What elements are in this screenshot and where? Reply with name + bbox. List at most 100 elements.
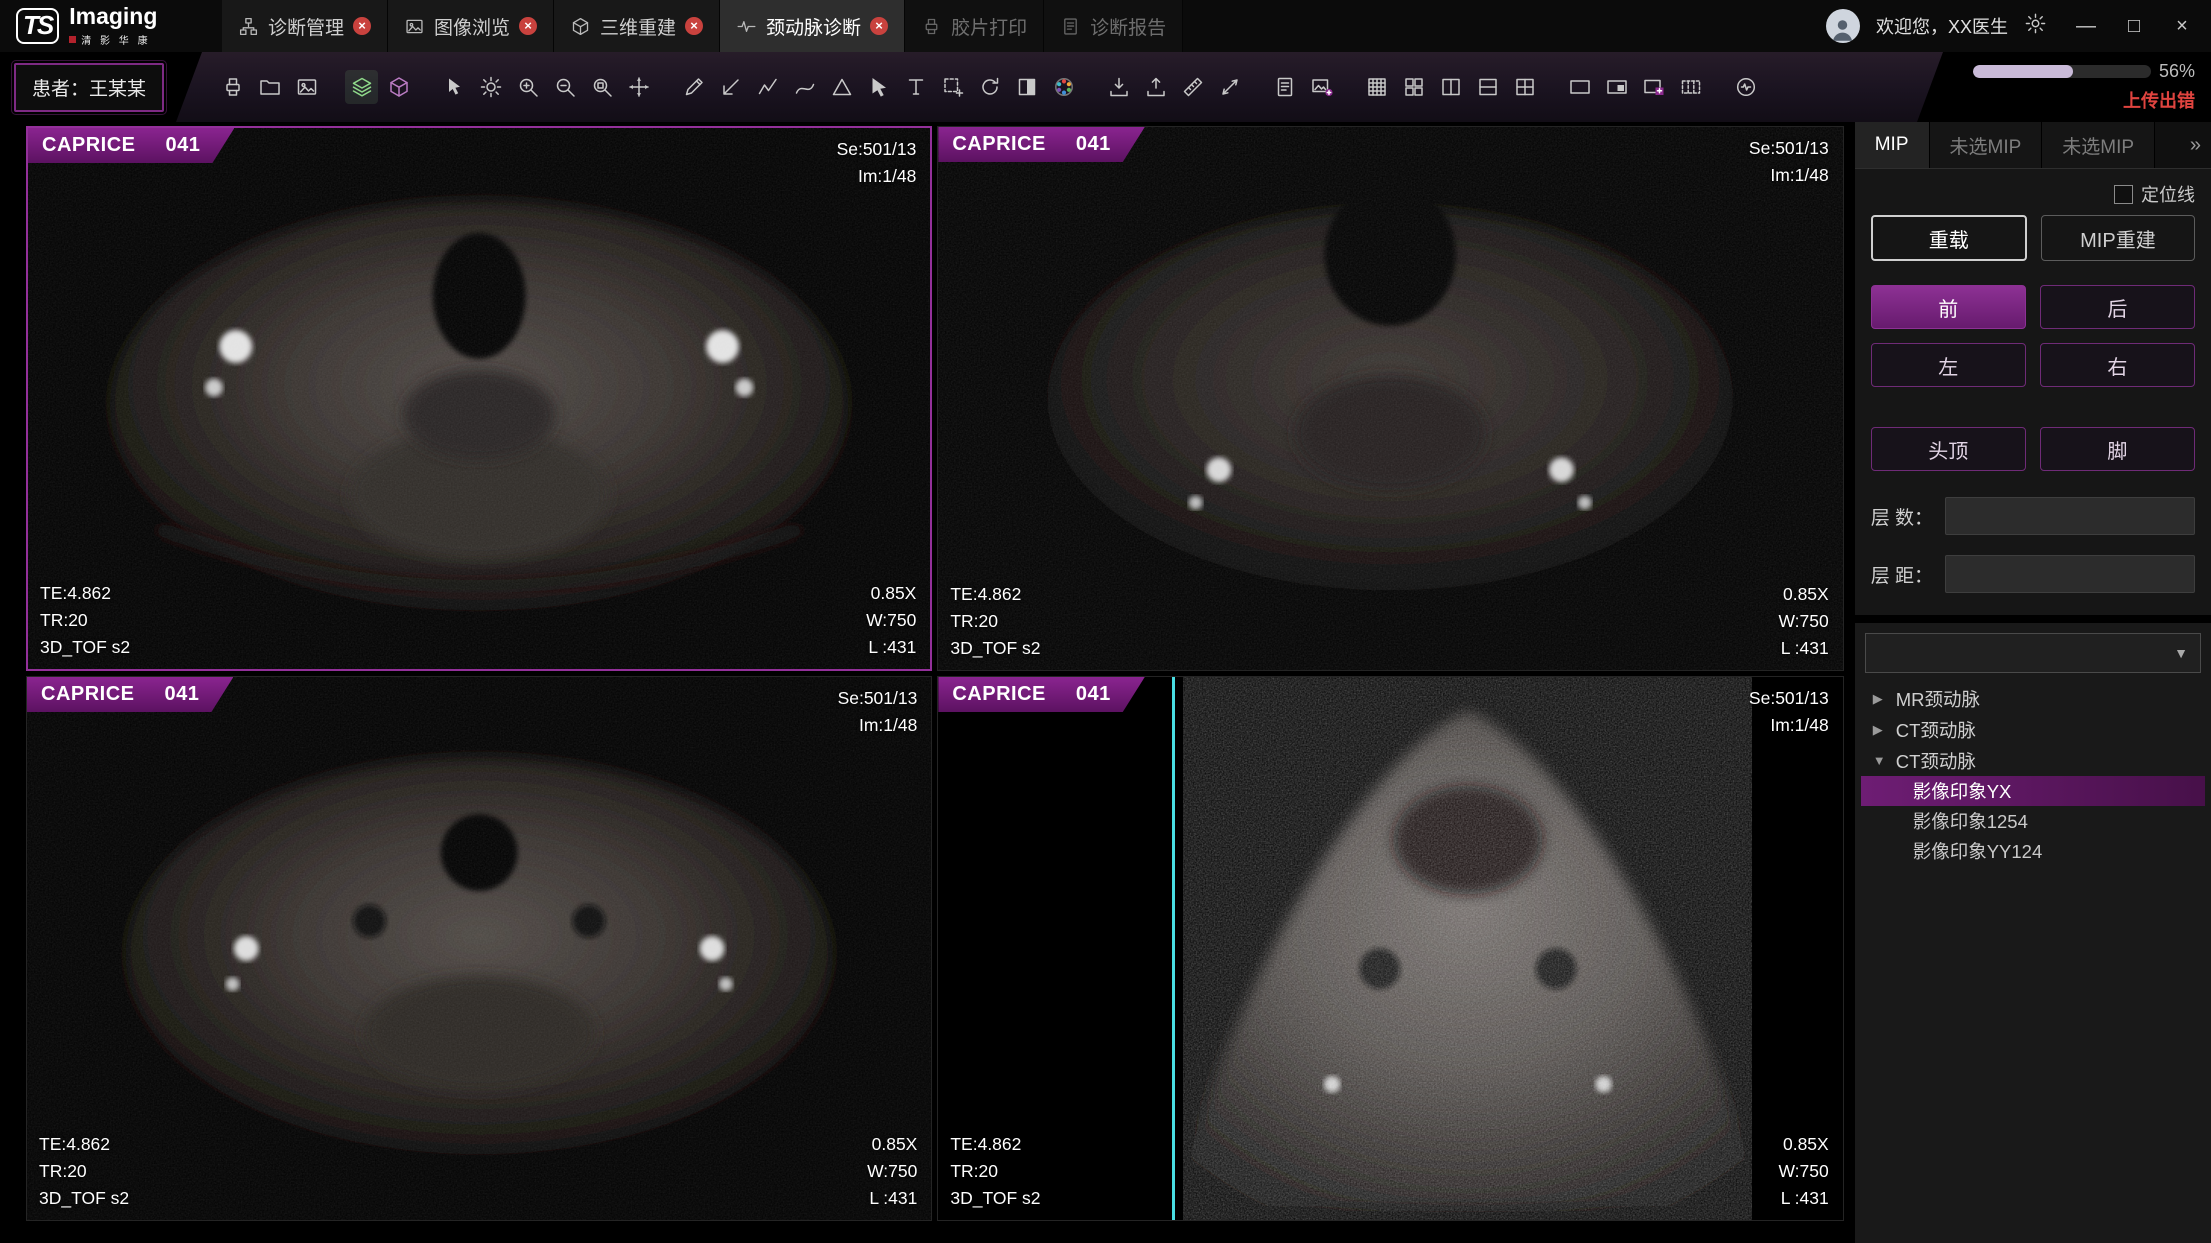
pan-icon[interactable]	[622, 70, 655, 104]
series-banner: CAPRICE041	[938, 127, 1144, 162]
scout-line-checkbox[interactable]	[2114, 185, 2133, 204]
maximize-button[interactable]: □	[2123, 15, 2145, 38]
scout-line-label: 定位线	[2141, 181, 2195, 207]
print-icon[interactable]	[216, 70, 249, 104]
caliper-icon[interactable]	[1213, 70, 1246, 104]
angle-icon[interactable]	[714, 70, 747, 104]
layout-single-icon[interactable]	[1563, 70, 1596, 104]
wave-icon[interactable]	[1729, 70, 1762, 104]
printer-icon	[921, 16, 942, 37]
view-right-button[interactable]: 右	[2040, 343, 2195, 387]
color-wheel-icon[interactable]	[1047, 70, 1080, 104]
layers-icon[interactable]	[345, 70, 378, 104]
tree-leaf-impression-yy124[interactable]: 影像印象YY124	[1861, 836, 2205, 866]
logo-ts-mark: TS	[16, 8, 59, 43]
tree-node-mr-carotid[interactable]: ▶ MR颈动脉	[1861, 683, 2205, 714]
layout-pip-icon[interactable]	[1600, 70, 1633, 104]
upload-icon[interactable]	[1139, 70, 1172, 104]
close-tab-icon[interactable]: ×	[685, 17, 703, 35]
layout-vsplit-icon[interactable]	[1434, 70, 1467, 104]
image-icon[interactable]	[290, 70, 323, 104]
layer-spacing-input[interactable]	[1945, 555, 2195, 593]
arrow-icon[interactable]	[862, 70, 895, 104]
overlay-acquisition-info: TE:4.862TR:203D_TOF s2	[40, 580, 130, 661]
layout-2x2-icon[interactable]	[1397, 70, 1430, 104]
layout-quad-icon[interactable]	[1508, 70, 1541, 104]
panel-tab-unselected-2[interactable]: 未选MIP	[2042, 122, 2155, 168]
view-foot-button[interactable]: 脚	[2040, 427, 2195, 471]
caret-collapsed-icon[interactable]: ▶	[1873, 691, 1887, 707]
panel-tabs: MIP 未选MIP 未选MIP »	[1855, 122, 2211, 169]
report-icon[interactable]	[1268, 70, 1301, 104]
series-dropdown[interactable]: ▼	[1865, 633, 2201, 673]
toolbar: 患者：王某某 56% 上传出错	[0, 52, 2211, 122]
overlay-window-info: 0.85XW:750L :431	[1778, 581, 1828, 662]
view-back-button[interactable]: 后	[2040, 285, 2195, 329]
tab-label: 三维重建	[600, 13, 676, 40]
panel-tab-mip[interactable]: MIP	[1855, 122, 1930, 168]
close-tab-icon[interactable]: ×	[353, 17, 371, 35]
layout-hsplit-icon[interactable]	[1471, 70, 1504, 104]
main-tabs: 诊断管理 × 图像浏览 × 三维重建 × 颈动脉诊断 × 胶片打印	[222, 0, 1183, 52]
ruler-icon[interactable]	[1176, 70, 1209, 104]
cursor-icon[interactable]	[437, 70, 470, 104]
close-tab-icon[interactable]: ×	[870, 17, 888, 35]
upload-error-text: 上传出错	[2123, 87, 2195, 113]
view-left-button[interactable]: 左	[1871, 343, 2026, 387]
mip-rebuild-button[interactable]: MIP重建	[2041, 215, 2195, 261]
logo-subtitle-text: 清 影 华 康	[81, 32, 150, 47]
brightness-icon[interactable]	[474, 70, 507, 104]
caret-collapsed-icon[interactable]: ▶	[1873, 722, 1887, 738]
triangle-icon[interactable]	[825, 70, 858, 104]
reload-button[interactable]: 重载	[1871, 215, 2027, 261]
layer-count-input[interactable]	[1945, 497, 2195, 535]
view-front-button[interactable]: 前	[1871, 285, 2026, 329]
open-folder-icon[interactable]	[253, 70, 286, 104]
panel-tabs-overflow-icon[interactable]: »	[2180, 122, 2211, 168]
layout-dashed-icon[interactable]	[1674, 70, 1707, 104]
text-icon[interactable]	[899, 70, 932, 104]
tree-node-ct-carotid-2[interactable]: ▼ CT颈动脉	[1861, 745, 2205, 776]
overlay-series-info: Se:501/13Im:1/48	[1749, 685, 1829, 739]
caret-expanded-icon[interactable]: ▼	[1873, 753, 1887, 768]
app-logo: TS Imaging 清 影 华 康	[0, 0, 222, 52]
invert-icon[interactable]	[1010, 70, 1043, 104]
viewport-bottom-left[interactable]: CAPRICE041 Se:501/13Im:1/48 TE:4.862TR:2…	[26, 676, 932, 1221]
polyline-icon[interactable]	[751, 70, 784, 104]
viewport-bottom-right[interactable]: CAPRICE041 Se:501/13Im:1/48 TE:4.862TR:2…	[937, 676, 1843, 1221]
rotate-icon[interactable]	[973, 70, 1006, 104]
tab-carotid-diagnosis[interactable]: 颈动脉诊断 ×	[720, 0, 905, 52]
tab-diagnosis-management[interactable]: 诊断管理 ×	[222, 0, 388, 52]
title-bar: TS Imaging 清 影 华 康 诊断管理 × 图像浏览 ×	[0, 0, 2211, 52]
viewport-top-right[interactable]: CAPRICE041 Se:501/13Im:1/48 TE:4.862TR:2…	[937, 126, 1843, 671]
close-button[interactable]: ×	[2171, 15, 2193, 38]
zoom-out-icon[interactable]	[548, 70, 581, 104]
user-avatar[interactable]	[1826, 9, 1860, 43]
pencil-icon[interactable]	[677, 70, 710, 104]
tree-node-ct-carotid-1[interactable]: ▶ CT颈动脉	[1861, 714, 2205, 745]
tree-leaf-impression-1254[interactable]: 影像印象1254	[1861, 806, 2205, 836]
tree-leaf-impression-yx[interactable]: 影像印象YX	[1861, 776, 2205, 806]
download-icon[interactable]	[1102, 70, 1135, 104]
cube-3d-icon[interactable]	[382, 70, 415, 104]
image-export-icon[interactable]	[1305, 70, 1338, 104]
tab-film-print[interactable]: 胶片打印	[905, 0, 1044, 52]
series-banner: CAPRICE041	[938, 677, 1144, 712]
scout-reference-line[interactable]	[1172, 677, 1175, 1220]
tab-diagnosis-report[interactable]: 诊断报告	[1044, 0, 1183, 52]
settings-gear-icon[interactable]	[2024, 12, 2047, 40]
tab-image-browse[interactable]: 图像浏览 ×	[388, 0, 554, 52]
panel-tab-unselected-1[interactable]: 未选MIP	[1930, 122, 2043, 168]
layout-4x4-icon[interactable]	[1360, 70, 1393, 104]
region-zoom-icon[interactable]	[585, 70, 618, 104]
tab-3d-reconstruction[interactable]: 三维重建 ×	[554, 0, 720, 52]
viewport-top-left[interactable]: CAPRICE 041 Se:501/13Im:1/48 TE:4.862TR:…	[26, 126, 932, 671]
curve-icon[interactable]	[788, 70, 821, 104]
roi-icon[interactable]	[936, 70, 969, 104]
zoom-in-icon[interactable]	[511, 70, 544, 104]
layout-pip-add-icon[interactable]	[1637, 70, 1670, 104]
close-tab-icon[interactable]: ×	[519, 17, 537, 35]
view-top-button[interactable]: 头顶	[1871, 427, 2026, 471]
minimize-button[interactable]: —	[2075, 15, 2097, 38]
waveform-icon	[736, 16, 757, 37]
